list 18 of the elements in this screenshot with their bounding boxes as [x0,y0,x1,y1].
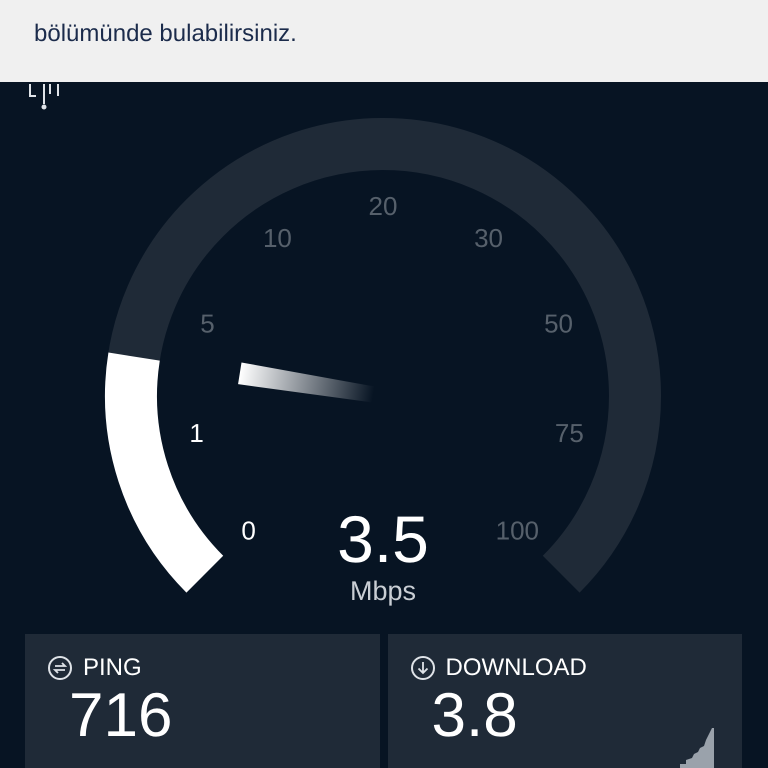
scale-label: 75 [554,418,584,448]
speed-unit: Mbps [350,576,416,606]
scale-label: 100 [496,515,540,546]
scale-label: 0 [241,515,256,546]
scale-label: 10 [262,223,292,254]
result-label: PING [83,654,142,682]
result-value: 3.8 [432,682,518,750]
notice-text: bölümünde bulabilirsiniz. [34,20,297,47]
ping-icon [47,655,73,681]
scale-label: 30 [474,223,504,254]
result-value: 716 [69,682,172,750]
speed-value: 3.5 [337,502,429,576]
scale-label: 20 [368,191,398,221]
scale-label: 50 [544,308,573,338]
scale-label: 1 [189,418,204,448]
scale-label: 5 [200,308,215,338]
result-label: DOWNLOAD [446,654,587,682]
download-icon [410,655,436,681]
